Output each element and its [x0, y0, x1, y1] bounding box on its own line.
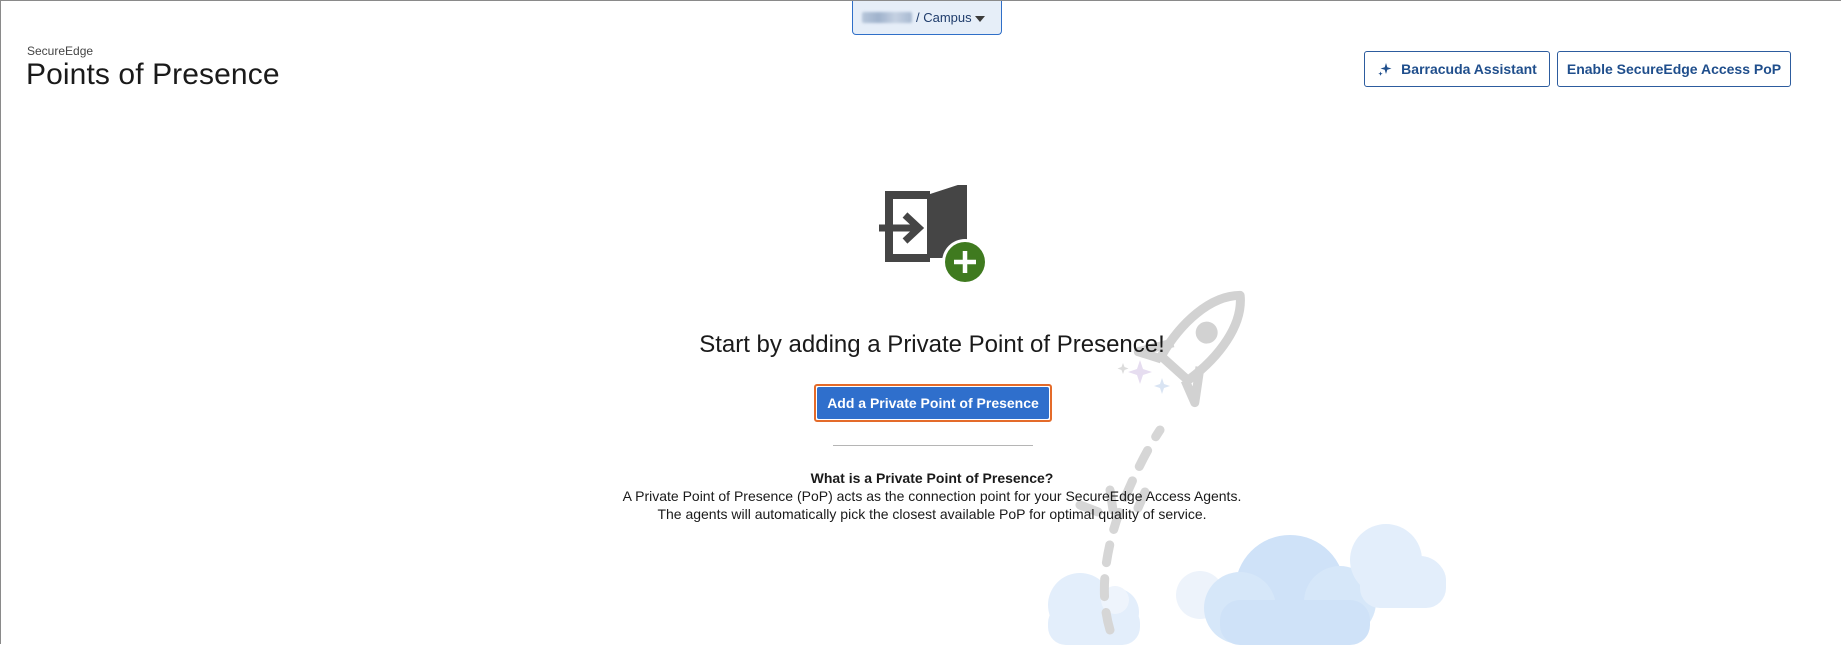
- page-frame: [0, 0, 1841, 644]
- tenant-switcher-label: / Campus: [916, 10, 972, 25]
- page-title: Points of Presence: [26, 58, 280, 91]
- door-enter-add-icon: [879, 185, 988, 285]
- tenant-switcher[interactable]: / Campus: [852, 1, 1002, 35]
- rocket-launch-clouds-illustration: [1048, 290, 1446, 645]
- divider: [833, 445, 1033, 446]
- info-title: What is a Private Point of Presence?: [810, 470, 1054, 486]
- chevron-down-icon: [975, 16, 985, 22]
- enable-secureedge-access-pop-button[interactable]: Enable SecureEdge Access PoP: [1557, 51, 1791, 87]
- enable-secureedge-access-pop-label: Enable SecureEdge Access PoP: [1566, 61, 1782, 77]
- barracuda-assistant-label: Barracuda Assistant: [1401, 61, 1537, 77]
- sparkle-icon: [1378, 63, 1392, 76]
- add-private-pop-label: Add a Private Point of Presence: [817, 387, 1049, 419]
- empty-state-headline: Start by adding a Private Point of Prese…: [699, 331, 1165, 358]
- info-text-line-2: The agents will automatically pick the c…: [657, 506, 1207, 522]
- barracuda-assistant-button[interactable]: Barracuda Assistant: [1364, 51, 1550, 87]
- tenant-name-redacted: [862, 12, 912, 23]
- app-name: SecureEdge: [27, 44, 94, 58]
- info-text-line-1: A Private Point of Presence (PoP) acts a…: [622, 488, 1242, 504]
- add-private-pop-button[interactable]: Add a Private Point of Presence: [814, 384, 1052, 422]
